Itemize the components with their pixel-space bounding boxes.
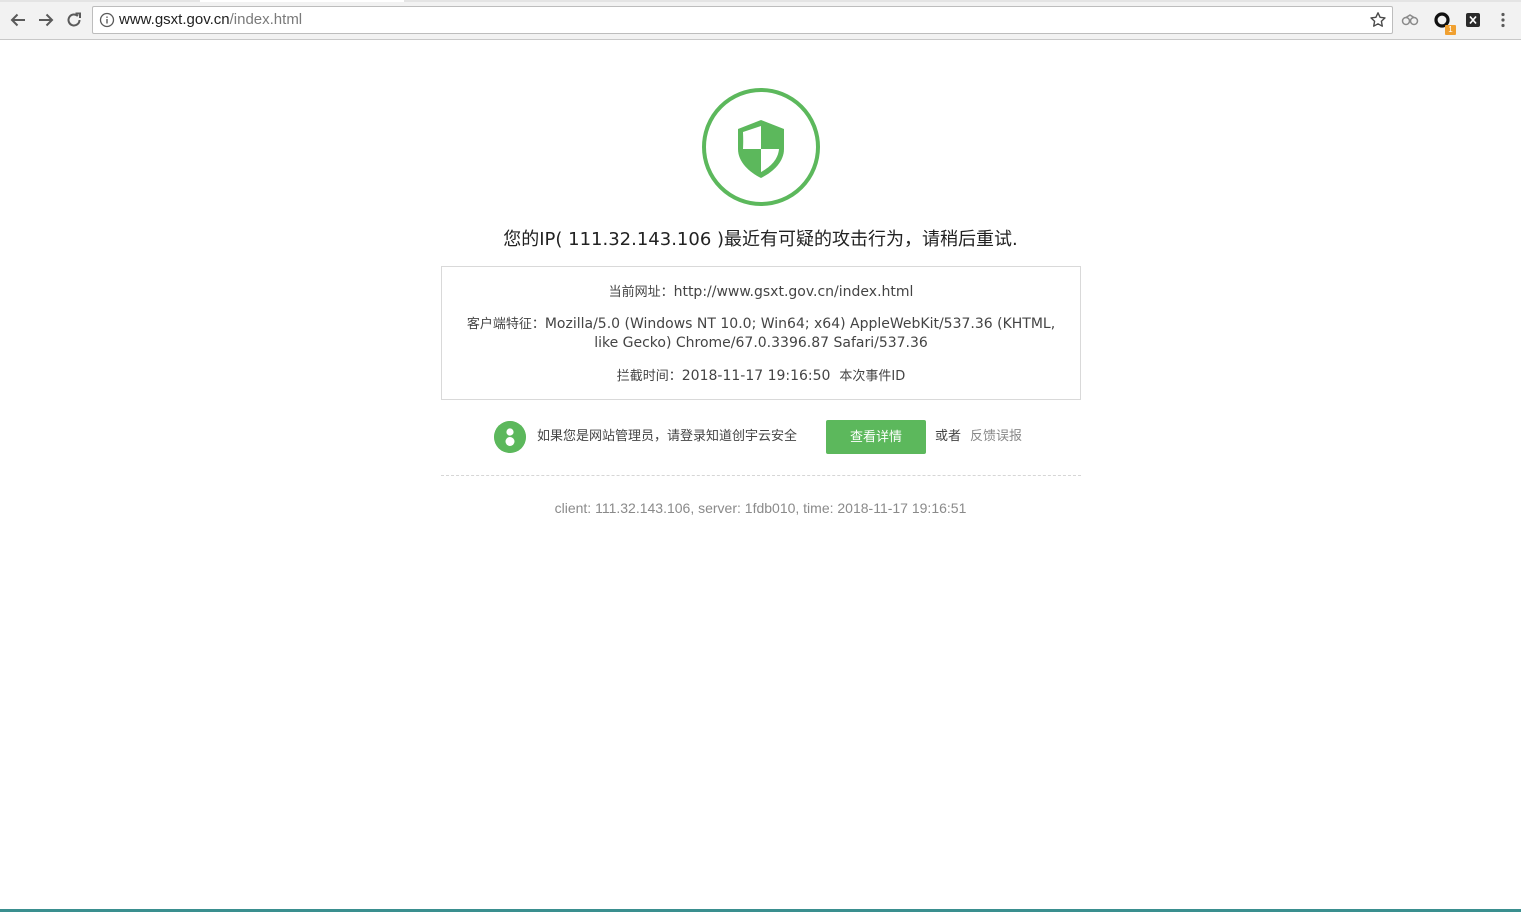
- page-content: 您的IP( 111.32.143.106 )最近有可疑的攻击行为，请稍后重试. …: [0, 40, 1521, 912]
- x-extension[interactable]: [1462, 9, 1484, 31]
- cloud-extension[interactable]: [1399, 9, 1421, 31]
- back-arrow-icon: [10, 13, 25, 27]
- current-url-row: 当前网址：http://www.gsxt.gov.cn/index.html: [442, 282, 1080, 303]
- x-extension-icon: [1466, 13, 1480, 27]
- forward-arrow-icon: [39, 13, 54, 27]
- forward-button[interactable]: [34, 8, 58, 32]
- report-false-positive-link[interactable]: 反馈误报: [970, 428, 1022, 446]
- request-footer-info: client: 111.32.143.106, server: 1fdb010,…: [554, 500, 967, 516]
- or-text: 或者: [935, 429, 962, 444]
- block-time-row: 拦截时间：2018-11-17 19:16:50 本次事件ID: [442, 366, 1080, 387]
- admin-row: 如果您是网站管理员，请登录知道创宇云安全 查看详情 或者 反馈误报: [0, 420, 1521, 454]
- client-features-label: 客户端特征：: [466, 317, 545, 332]
- block-time-value: 2018-11-17 19:16:50: [681, 368, 831, 384]
- block-headline: 您的IP( 111.32.143.106 )最近有可疑的攻击行为，请稍后重试.: [503, 229, 1018, 250]
- bookmark-star-icon[interactable]: [1369, 11, 1387, 29]
- client-features-row: 客户端特征：Mozilla/5.0 (Windows NT 10.0; Win6…: [466, 315, 1056, 353]
- request-info-box: 当前网址：http://www.gsxt.gov.cn/index.html 客…: [441, 266, 1081, 400]
- client-features-value: Mozilla/5.0 (Windows NT 10.0; Win64; x64…: [544, 316, 1056, 351]
- admin-prompt-text: 如果您是网站管理员，请登录知道创宇云安全: [537, 429, 798, 444]
- reload-icon: [67, 12, 81, 27]
- url-text[interactable]: www.gsxt.gov.cn/index.html: [119, 11, 302, 29]
- active-tab[interactable]: [200, 0, 404, 2]
- current-url-value: http://www.gsxt.gov.cn/index.html: [673, 284, 914, 300]
- browser-toolbar: www.gsxt.gov.cn/index.html 1: [0, 0, 1521, 40]
- tab-strip: [0, 0, 1521, 2]
- url-host: www.gsxt.gov.cn: [119, 11, 230, 28]
- admin-user-icon: [494, 421, 526, 453]
- reload-button[interactable]: [62, 8, 86, 32]
- block-time-label: 拦截时间：: [616, 369, 682, 384]
- browser-menu-button[interactable]: [1492, 9, 1514, 31]
- event-id-label: 本次事件ID: [839, 369, 906, 384]
- dashed-divider: [441, 475, 1081, 476]
- view-details-button[interactable]: 查看详情: [826, 420, 926, 454]
- current-url-label: 当前网址：: [608, 285, 674, 300]
- kebab-menu-icon: [1501, 12, 1505, 28]
- address-bar[interactable]: www.gsxt.gov.cn/index.html: [92, 6, 1393, 34]
- extension-badge: 1: [1445, 25, 1456, 35]
- ring-extension[interactable]: 1: [1431, 9, 1456, 35]
- url-path: /index.html: [229, 11, 303, 28]
- shield-icon: [702, 88, 820, 206]
- info-icon[interactable]: [99, 12, 115, 28]
- back-button[interactable]: [6, 8, 30, 32]
- cloud-extension-icon: [1401, 14, 1419, 26]
